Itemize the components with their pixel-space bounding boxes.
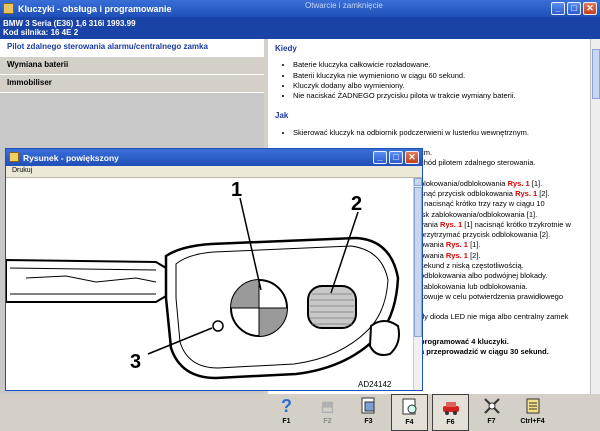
key-fob-drawing: 1 2 3 AD24142 [5,179,400,389]
partial-line: snąć przycisk odblokowania Rys. 1 [2]. [420,188,550,198]
popup-app-icon [9,152,19,162]
list-item: Baterii kluczyka nie wymieniono w ciągu … [293,71,584,81]
minimize-button[interactable]: _ [551,2,565,15]
figure-link[interactable]: Rys. 1 [515,189,537,198]
jak-list: Skierować kluczyk na odbiornik podczerwi… [275,128,584,138]
partial-line: odblokowania albo podwójnej blokady. [420,271,548,281]
engine-code: Kod silnika: 16 4E 2 [3,28,79,37]
popup-maximize-button[interactable]: □ [389,151,403,164]
key-fob-figure: 1 2 3 AD24142 [5,178,414,390]
popup-title: Rysunek - powiększony [23,152,119,163]
bold-note: a przeprowadzić w ciągu 30 sekund. [420,346,549,356]
bold-note: programować 4 kluczyki. [420,336,509,346]
close-button[interactable]: ✕ [583,2,597,15]
popup-scroll-thumb[interactable] [414,187,422,337]
list-item: Nie naciskać ŻADNEGO przycisku pilota w … [293,91,584,101]
menu-item-immobiliser[interactable]: Immobiliser [0,75,264,93]
print-menu-item[interactable]: Drukuj [12,167,32,174]
main-window-title: Kluczyki - obsługa i programowanie [18,3,172,14]
figure-link[interactable]: Rys. 1 [508,179,530,188]
zoom-document-icon [400,397,420,417]
popup-menu-bar: Drukuj [6,166,422,178]
app-icon [3,3,14,14]
vehicle-info-bar: BMW 3 Seria (E36) 1,6 316i 1993.99 Kod s… [0,17,600,39]
car-alert-icon [441,397,461,417]
function-key-toolbar: ? F1 ⬒ F2 F3 F4 F6 F7 Ctrl+F4 [268,394,600,431]
figure-label-1: 1 [231,179,242,201]
help-button[interactable]: ? F1 [268,394,305,431]
f3-button[interactable]: F3 [350,394,387,431]
partial-line: vania Rys. 1 [1] nacisnąć krótko trzykro… [420,219,571,229]
car-icon: ⬒ [320,397,335,414]
partial-line: owania Rys. 1 [2]. [420,250,481,260]
partial-line: isk zablokowania/odblokowania [1]. [420,209,538,219]
f4-button[interactable]: F4 [391,394,428,431]
content-scrollbar[interactable] [590,39,600,394]
popup-title-bar: Rysunek - powiększony _ □ ✕ [6,149,422,166]
section-heading-kiedy: Kiedy [275,44,297,53]
help-icon: ? [281,395,292,416]
partial-line: blokowania/odblokowania Rys. 1 [1]. [420,178,543,188]
main-window-controls: _ □ ✕ [551,2,597,15]
f7-button[interactable]: F7 [473,394,510,431]
figure-link[interactable]: Rys. 1 [440,220,462,229]
ghost-window-title: Otwarcie i zamknięcie [305,1,383,10]
main-title-bar: Kluczyki - obsługa i programowanie Otwar… [0,0,600,17]
maximize-button[interactable]: □ [567,2,581,15]
notes-icon [523,396,543,416]
partial-line: ] nacisnąć krótko trzy razy w ciągu 10 [420,199,545,209]
ctrl-f4-button[interactable]: Ctrl+F4 [514,394,551,431]
section-heading-jak: Jak [275,111,289,121]
list-item: Skierować kluczyk na odbiornik podczerwi… [293,128,584,138]
figure-link[interactable]: Rys. 1 [446,240,468,249]
f6-button[interactable]: F6 [432,394,469,431]
tools-icon [482,396,502,416]
partial-line: zablokowania lub odblokowania. [420,281,528,291]
partial-line: sekund z niską częstotliwością. [420,261,524,271]
kiedy-list: Baterie kluczyka całkowicie rozładowane.… [275,60,584,101]
partial-line: przytrzymać przycisk odblokowania [2]. [420,230,551,240]
popup-minimize-button[interactable]: _ [373,151,387,164]
document-icon [359,396,379,416]
partial-line: kowuje w celu potwierdzenia prawidłowego [420,291,563,301]
vehicle-model: BMW 3 Seria (E36) 1,6 316i 1993.99 [3,19,136,28]
menu-item-remote-control[interactable]: Pilot zdalnego sterowania alarmu/central… [0,39,264,57]
scroll-thumb[interactable] [592,49,600,99]
menu-item-battery-replacement[interactable]: Wymiana baterii [0,57,264,75]
f2-button[interactable]: ⬒ F2 [309,394,346,431]
partial-line: chód pilotem zdalnego sterowania. [420,158,536,168]
scroll-up-arrow[interactable] [414,178,422,186]
figure-link[interactable]: Rys. 1 [446,251,468,260]
figure-label-2: 2 [351,193,362,215]
figure-label-3: 3 [130,351,141,373]
list-item: Baterie kluczyka całkowicie rozładowane. [293,60,584,70]
popup-close-button[interactable]: ✕ [405,151,419,164]
figure-popup-window: Rysunek - powiększony _ □ ✕ Drukuj 1 2 3… [5,148,423,391]
list-item: Kluczyk dodany albo wymieniony. [293,81,584,91]
partial-line: owania Rys. 1 [1]. [420,240,481,250]
popup-window-controls: _ □ ✕ [373,151,419,164]
figure-code: AD24142 [358,380,392,389]
popup-scrollbar[interactable] [413,178,422,390]
partial-line: dy dioda LED nie miga albo centralny zam… [420,312,569,322]
partial-line: cm. [420,148,433,158]
